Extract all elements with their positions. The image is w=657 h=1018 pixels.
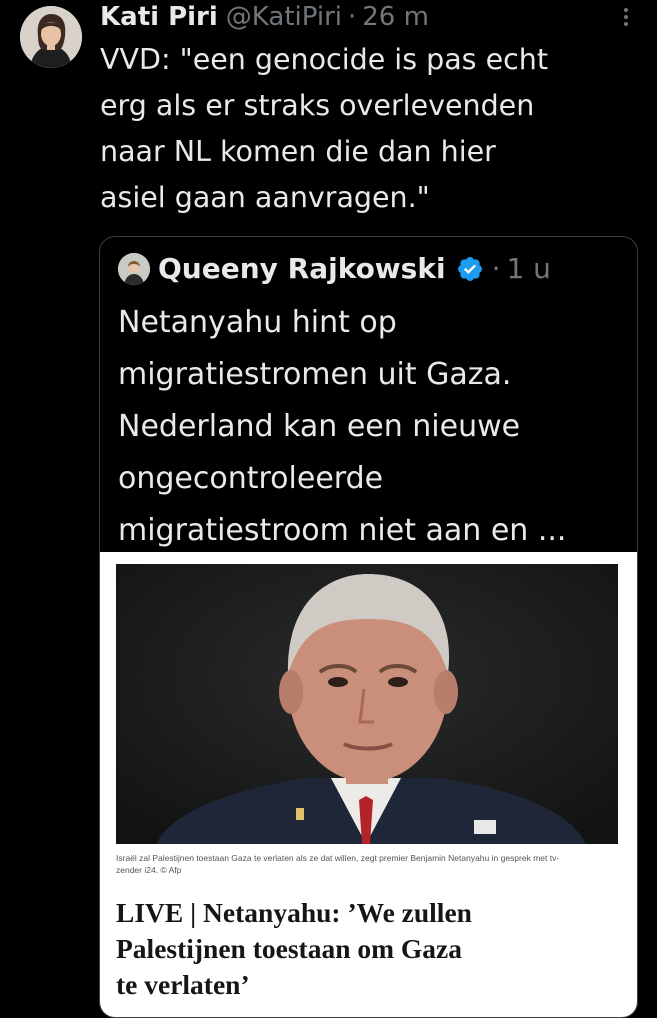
- tweet-text-line: erg als er straks overlevenden: [100, 89, 535, 122]
- quoted-author-name[interactable]: Queeny Rajkowski: [158, 251, 446, 287]
- caption-line: Israël zal Palestijnen toestaan Gaza te …: [116, 853, 560, 863]
- tweet-header: Kati Piri @KatiPiri · 26 m: [100, 0, 429, 34]
- tweet-text-line: asiel gaan aanvragen.": [100, 181, 430, 214]
- headline-line: LIVE | Netanyahu: ’We zullen: [116, 897, 472, 928]
- tweet-text-line: naar NL komen die dan hier: [100, 135, 496, 168]
- separator-dot: ·: [347, 2, 357, 32]
- headline-line: Palestijnen toestaan om Gaza: [116, 933, 462, 964]
- tweet[interactable]: Kati Piri @KatiPiri · 26 m VVD: "een gen…: [0, 0, 657, 1018]
- verified-badge-icon: [457, 257, 482, 281]
- more-vertical-icon[interactable]: [623, 8, 629, 30]
- quoted-tweet-header: Queeny Rajkowski · 1 u: [118, 251, 551, 287]
- tweet-text-line: VVD: "een genocide is pas echt: [100, 43, 549, 76]
- article-screenshot[interactable]: Israël zal Palestijnen toestaan Gaza te …: [100, 552, 637, 1017]
- article-headline: LIVE | Netanyahu: ’We zullen Palestijnen…: [116, 895, 621, 1003]
- article-photo-caption: Israël zal Palestijnen toestaan Gaza te …: [116, 852, 616, 876]
- quoted-text-line: Nederland kan een nieuwe: [118, 409, 521, 444]
- tweet-timestamp[interactable]: 26 m: [362, 0, 429, 34]
- quoted-text-line: ongecontroleerde: [118, 461, 384, 496]
- quoted-tweet-text: Netanyahu hint op migratiestromen uit Ga…: [118, 297, 633, 557]
- author-handle[interactable]: @KatiPiri: [226, 0, 342, 34]
- author-name[interactable]: Kati Piri: [100, 0, 218, 34]
- quoted-author-avatar[interactable]: [118, 253, 150, 285]
- quoted-tweet-timestamp[interactable]: 1 u: [506, 251, 550, 287]
- quoted-tweet[interactable]: Queeny Rajkowski · 1 u Netanyahu hint op…: [99, 236, 638, 1018]
- quoted-text-line: migratiestroom niet aan en ...: [118, 513, 567, 548]
- quoted-text-line: migratiestromen uit Gaza.: [118, 357, 512, 392]
- separator-dot: ·: [491, 252, 501, 285]
- author-avatar[interactable]: [20, 6, 82, 68]
- article-photo: [116, 564, 618, 844]
- quoted-text-line: Netanyahu hint op: [118, 305, 397, 340]
- headline-line: te verlaten’: [116, 969, 250, 1000]
- tweet-text: VVD: "een genocide is pas echt erg als e…: [100, 37, 640, 221]
- caption-line: zender i24. © Afp: [116, 865, 182, 875]
